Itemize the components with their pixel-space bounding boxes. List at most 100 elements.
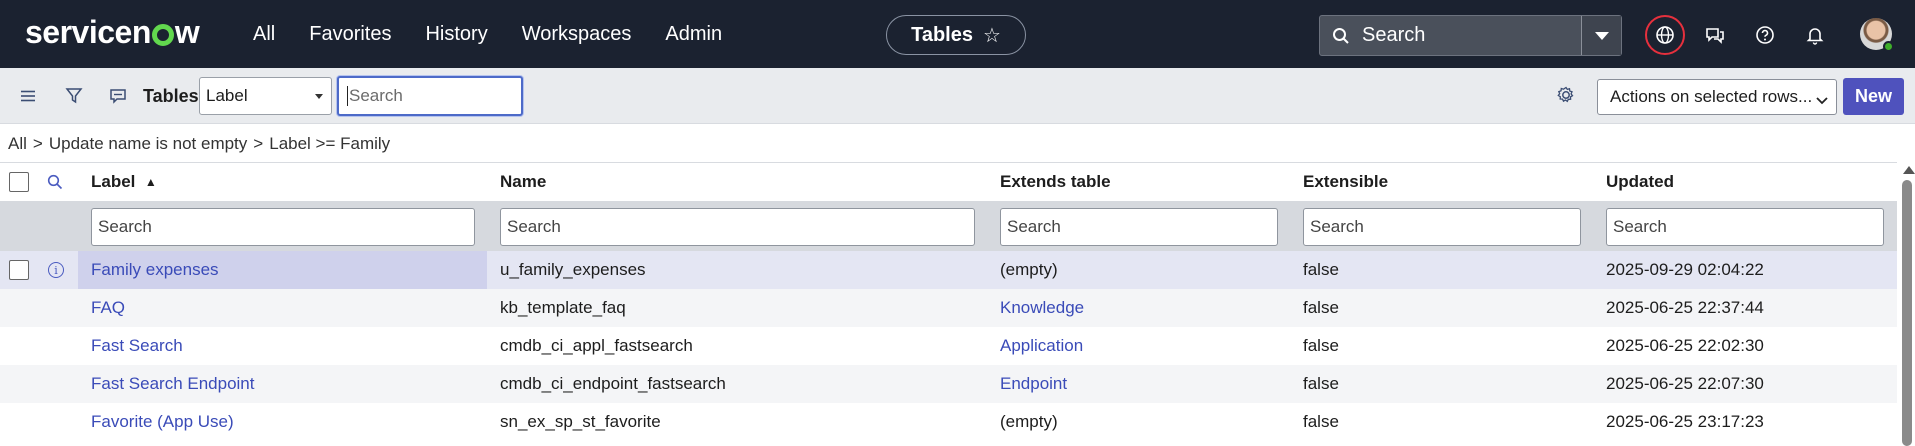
row-extensible: false [1303, 336, 1339, 355]
menu-history[interactable]: History [425, 18, 487, 50]
row-name: cmdb_ci_appl_fastsearch [500, 336, 693, 355]
chevron-down-icon [1816, 91, 1828, 111]
menu-admin[interactable]: Admin [665, 18, 722, 50]
bell-icon[interactable] [1795, 15, 1835, 55]
sort-ascending-icon: ▲ [144, 175, 157, 189]
chat-icon[interactable] [1695, 15, 1735, 55]
help-icon[interactable] [1745, 15, 1785, 55]
column-header-label[interactable]: Label ▲ [91, 163, 157, 201]
vertical-scrollbar[interactable] [1899, 162, 1915, 446]
global-search[interactable]: Search [1319, 15, 1622, 56]
list-search-placeholder: Search [349, 86, 403, 105]
row-extensible: false [1303, 412, 1339, 431]
table-row: FAQ kb_template_faq Knowledge false 2025… [0, 289, 1897, 327]
search-icon [1320, 27, 1362, 45]
table-row: Fast Search Endpoint cmdb_ci_endpoint_fa… [0, 365, 1897, 403]
label-filter-input[interactable]: Search [91, 208, 475, 246]
global-search-input[interactable]: Search [1362, 24, 1581, 47]
table-row: Fast Search cmdb_ci_appl_fastsearch Appl… [0, 327, 1897, 365]
online-status-dot [1883, 41, 1894, 52]
row-extends-link[interactable]: Knowledge [1000, 289, 1084, 327]
row-name: kb_template_faq [500, 298, 626, 317]
updated-filter-input[interactable]: Search [1606, 208, 1884, 246]
context-pill[interactable]: Tables ☆ [886, 15, 1026, 55]
row-extensible: false [1303, 374, 1339, 393]
column-filter-row: Search Search Search Search Search [0, 201, 1897, 251]
table-row: Favorite (App Use) sn_ex_sp_st_favorite … [0, 403, 1897, 441]
row-updated: 2025-06-25 22:02:30 [1606, 336, 1764, 355]
breadcrumb-item[interactable]: All [8, 134, 27, 153]
row-extends: (empty) [1000, 412, 1058, 431]
row-extends-link[interactable]: Endpoint [1000, 365, 1067, 403]
list-title: Tables [143, 86, 199, 106]
menu-workspaces[interactable]: Workspaces [522, 18, 632, 50]
scrollbar-thumb[interactable] [1902, 180, 1912, 446]
row-updated: 2025-06-25 22:07:30 [1606, 374, 1764, 393]
breadcrumb: All > Update name is not empty > Label >= Fa… [8, 133, 390, 155]
column-header-extensible[interactable]: Extensible [1303, 163, 1388, 201]
search-field-select[interactable]: Label [199, 77, 332, 115]
breadcrumb-separator: > [253, 134, 264, 153]
column-search-icon[interactable] [47, 163, 63, 201]
search-field-value: Label [206, 86, 248, 105]
row-extensible: false [1303, 298, 1339, 317]
table-row[interactable]: i Family expenses u_family_expenses (emp… [0, 251, 1897, 289]
main-menu: All Favorites History Workspaces Admin [253, 18, 756, 50]
row-label-text[interactable]: Family expenses [91, 260, 219, 280]
new-button[interactable]: New [1843, 78, 1904, 115]
breadcrumb-item[interactable]: Update name is not empty [49, 134, 247, 153]
column-header-name[interactable]: Name [500, 163, 546, 201]
table-header-row: Label ▲ Name Extends table Extensible Up… [0, 163, 1897, 201]
chevron-down-icon [315, 94, 323, 99]
row-label-link[interactable]: Favorite (App Use) [91, 403, 234, 441]
select-all-checkbox[interactable] [9, 172, 29, 192]
column-header-extends-table[interactable]: Extends table [1000, 163, 1111, 201]
text-cursor [347, 86, 348, 106]
row-checkbox[interactable] [9, 260, 29, 280]
row-label-link[interactable]: FAQ [91, 289, 125, 327]
extends-table-filter-input[interactable]: Search [1000, 208, 1278, 246]
logo-o-mark [151, 24, 174, 46]
actions-select-value: Actions on selected rows... [1610, 87, 1813, 106]
row-updated: 2025-09-29 02:04:22 [1606, 260, 1764, 279]
hamburger-menu-icon[interactable] [14, 82, 42, 110]
list-search-input[interactable]: Search [337, 76, 523, 116]
logo-text: servicen [25, 13, 151, 50]
logo-text-end: w [174, 13, 200, 50]
breadcrumb-item[interactable]: Label >= Family [269, 134, 390, 153]
row-updated: 2025-06-25 23:17:23 [1606, 412, 1764, 431]
row-label-link[interactable]: Family expenses [78, 251, 487, 289]
column-header-updated[interactable]: Updated [1606, 163, 1674, 201]
row-extends: (empty) [1000, 260, 1058, 279]
row-extensible: false [1303, 260, 1339, 279]
row-name: sn_ex_sp_st_favorite [500, 412, 661, 431]
breadcrumb-separator: > [32, 134, 43, 153]
globe-icon[interactable] [1645, 15, 1685, 55]
menu-all[interactable]: All [253, 18, 275, 50]
name-filter-input[interactable]: Search [500, 208, 975, 246]
column-header-label-text: Label [91, 172, 136, 191]
star-icon[interactable]: ☆ [983, 23, 1001, 48]
gear-icon[interactable] [1552, 81, 1580, 109]
row-name: u_family_expenses [500, 260, 646, 279]
row-updated: 2025-06-25 22:37:44 [1606, 298, 1764, 317]
menu-favorites[interactable]: Favorites [309, 18, 391, 50]
row-name: cmdb_ci_endpoint_fastsearch [500, 374, 726, 393]
info-icon[interactable]: i [48, 262, 64, 278]
context-pill-label: Tables [911, 23, 973, 46]
list-toolbar: Tables Label Search Actions on selected … [0, 68, 1915, 124]
servicenow-logo[interactable]: servicen w [25, 12, 200, 52]
avatar[interactable] [1860, 18, 1894, 52]
row-label-link[interactable]: Fast Search [91, 327, 183, 365]
top-navigation: servicen w All Favorites History Workspac… [0, 0, 1915, 68]
row-label-link[interactable]: Fast Search Endpoint [91, 365, 254, 403]
scroll-up-arrow-icon[interactable] [1903, 166, 1915, 174]
search-scope-dropdown[interactable] [1581, 16, 1621, 55]
filter-icon[interactable] [60, 82, 88, 110]
row-extends-link[interactable]: Application [1000, 327, 1083, 365]
actions-select[interactable]: Actions on selected rows... [1597, 79, 1837, 115]
extensible-filter-input[interactable]: Search [1303, 208, 1581, 246]
chevron-down-icon [1594, 31, 1609, 40]
list-table: Label ▲ Name Extends table Extensible Up… [0, 162, 1897, 446]
comment-icon[interactable] [104, 82, 132, 110]
